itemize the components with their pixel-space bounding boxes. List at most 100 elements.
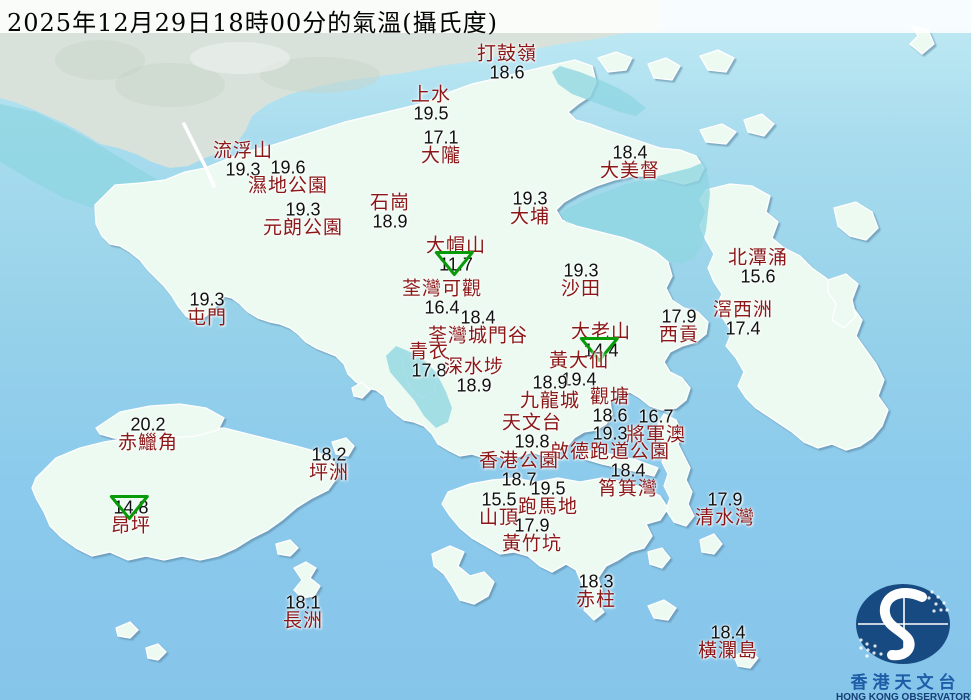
station-label: 18.9九龍城 [520, 374, 580, 411]
station-name: 西貢 [659, 326, 699, 345]
station-label: 大帽山11.7 [426, 237, 486, 274]
urban-texture [190, 42, 290, 74]
station-temp: 19.3 [512, 190, 547, 208]
station-label: 18.4大美督 [600, 144, 660, 181]
station-temp: 19.5 [530, 480, 565, 498]
station-label: 18.2坪洲 [309, 446, 349, 483]
hong-kong-map [0, 0, 971, 700]
station-temp: 19.3 [563, 262, 598, 280]
station-temp: 17.1 [423, 129, 458, 147]
station-name: 大埔 [510, 208, 550, 227]
page-title: 2025年12月29日18時00分的氣溫(攝氏度) [7, 3, 498, 38]
station-temp: 18.2 [311, 446, 346, 464]
station-label: 19.3沙田 [561, 262, 601, 299]
station-label: 19.6濕地公園 [248, 159, 328, 196]
station-name: 觀塘 [590, 388, 630, 407]
station-label: 14.8昂坪 [111, 499, 151, 536]
station-name: 北潭涌 [728, 249, 788, 268]
station-name: 濕地公園 [248, 177, 328, 196]
station-name: 大帽山 [426, 237, 486, 256]
station-name: 大隴 [421, 147, 461, 166]
station-name: 筲箕灣 [598, 480, 658, 499]
station-name: 沙田 [561, 280, 601, 299]
station-temp: 15.5 [481, 491, 516, 509]
hko-logo: 香港天文台 HONG KONG OBSERVATORY [836, 582, 970, 700]
station-temp: 18.9 [532, 374, 567, 392]
station-name: 黃大仙 [549, 352, 609, 371]
station-label: 上水19.5 [411, 86, 451, 123]
station-name: 啟德跑道公園 [550, 443, 670, 462]
temperature-map: 2025年12月29日18時00分的氣溫(攝氏度) 打鼓嶺18.6上水19.51… [0, 0, 971, 700]
station-name: 大老山 [571, 323, 631, 342]
station-name: 九龍城 [520, 392, 580, 411]
station-temp: 17.8 [411, 362, 446, 380]
station-label: 19.3屯門 [187, 291, 227, 328]
station-temp: 18.6 [489, 64, 524, 82]
station-label: 18.3赤柱 [576, 573, 616, 610]
station-name: 香港公園 [479, 452, 559, 471]
station-name: 打鼓嶺 [477, 45, 537, 64]
station-label: 17.9西貢 [659, 308, 699, 345]
station-name: 橫瀾島 [698, 642, 758, 661]
triangle-marker-icon [108, 494, 150, 521]
station-temp: 15.6 [740, 268, 775, 286]
station-label: 北潭涌15.6 [728, 249, 788, 286]
station-label: 石崗18.9 [370, 194, 410, 231]
station-name: 滘西洲 [713, 301, 773, 320]
station-temp: 16.7 [638, 408, 673, 426]
station-name: 黃竹坑 [502, 535, 562, 554]
station-name: 坪洲 [309, 464, 349, 483]
station-temp: 17.9 [707, 491, 742, 509]
station-temp: 11.7 [439, 256, 473, 274]
station-label: 19.3元朗公園 [263, 201, 343, 238]
station-label: 18.1長洲 [283, 594, 323, 631]
hko-logo-icon [836, 582, 970, 668]
station-temp: 18.4 [612, 144, 647, 162]
station-name: 赤鱲角 [118, 434, 178, 453]
station-temp: 14.8 [113, 499, 148, 517]
station-label: 打鼓嶺18.6 [477, 45, 537, 82]
station-temp: 19.3 [285, 201, 320, 219]
station-temp: 18.9 [456, 377, 491, 395]
station-label: 滘西洲17.4 [713, 301, 773, 338]
station-temp: 17.4 [725, 320, 760, 338]
station-temp: 20.2 [130, 416, 165, 434]
station-name: 昂坪 [111, 517, 151, 536]
station-name: 荃灣可觀 [402, 280, 482, 299]
station-temp: 19.3 [592, 425, 627, 443]
station-temp: 17.9 [661, 308, 696, 326]
station-name: 赤柱 [576, 591, 616, 610]
station-name: 大美督 [600, 162, 660, 181]
station-label: 19.3大埔 [510, 190, 550, 227]
station-label: 17.9黃竹坑 [502, 517, 562, 554]
station-temp: 19.8 [514, 433, 549, 451]
station-name: 跑馬地 [518, 498, 578, 517]
station-name: 屯門 [187, 309, 227, 328]
station-name: 石崗 [370, 194, 410, 213]
station-temp: 18.4 [610, 462, 645, 480]
station-temp: 18.9 [372, 213, 407, 231]
hko-logo-english: HONG KONG OBSERVATORY [836, 692, 970, 700]
station-label: 觀塘18.6 [590, 388, 630, 425]
hko-logo-chinese: 香港天文台 [836, 674, 970, 692]
station-temp: 17.9 [514, 517, 549, 535]
station-name: 長洲 [283, 612, 323, 631]
station-label: 18.4橫瀾島 [698, 624, 758, 661]
station-label: 19.5跑馬地 [518, 480, 578, 517]
station-name: 清水灣 [695, 509, 755, 528]
station-name: 元朗公園 [263, 219, 343, 238]
station-name: 上水 [411, 86, 451, 105]
station-temp: 18.3 [578, 573, 613, 591]
station-label: 18.4筲箕灣 [598, 462, 658, 499]
station-label: 17.1大隴 [421, 129, 461, 166]
station-label: 19.3啟德跑道公園 [550, 425, 670, 462]
station-label: 深水埗18.9 [444, 358, 504, 395]
station-temp: 18.4 [460, 309, 495, 327]
station-temp: 19.3 [189, 291, 224, 309]
station-label: 17.9清水灣 [695, 491, 755, 528]
station-temp: 18.4 [710, 624, 745, 642]
station-temp: 18.6 [592, 407, 627, 425]
station-label: 20.2赤鱲角 [118, 416, 178, 453]
station-temp: 19.5 [413, 105, 448, 123]
urban-texture [55, 40, 145, 80]
